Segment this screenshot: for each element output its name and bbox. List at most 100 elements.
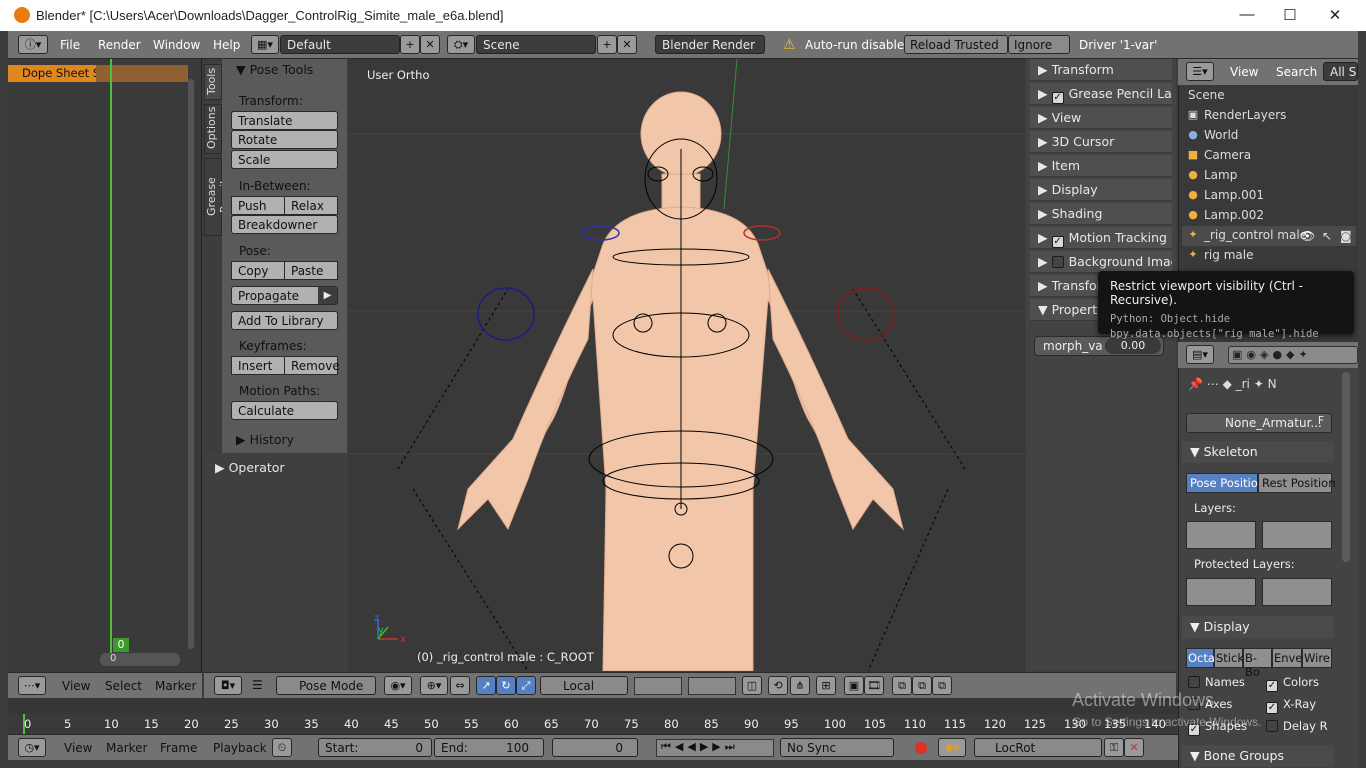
keyframe-type-icon[interactable]: ◆▾ bbox=[938, 738, 966, 757]
orientation-select[interactable]: Local bbox=[540, 676, 628, 695]
lock-layers-icon[interactable]: ◫ bbox=[742, 676, 762, 695]
xray-option[interactable]: ✓ X-Ray bbox=[1266, 697, 1316, 714]
timeline-editor-icon[interactable]: ◷▾ bbox=[18, 738, 46, 757]
outliner-item-lamp[interactable]: ● Lamp bbox=[1182, 166, 1356, 186]
menu-help[interactable]: Help bbox=[213, 38, 240, 52]
mode-select[interactable]: Pose Mode bbox=[276, 676, 376, 695]
dopesheet-view-menu[interactable]: View bbox=[62, 679, 90, 693]
outliner-item-renderlayers[interactable]: ▣ RenderLayers bbox=[1182, 106, 1356, 126]
ignore-button[interactable]: Ignore bbox=[1008, 35, 1070, 54]
copy-pose-icon[interactable]: ⧉ bbox=[892, 676, 912, 695]
rotate-button[interactable]: Rotate bbox=[231, 130, 338, 149]
rest-position-button[interactable]: Rest Position bbox=[1258, 473, 1335, 493]
dopesheet-select-menu[interactable]: Select bbox=[105, 679, 142, 693]
scale-button[interactable]: Scale bbox=[231, 150, 338, 169]
operator-header[interactable]: ▶ Operator bbox=[215, 460, 285, 475]
end-frame-field[interactable]: End: 100 bbox=[434, 738, 544, 757]
add-layout-icon[interactable]: + bbox=[400, 35, 420, 54]
render-engine-select[interactable]: Blender Render bbox=[655, 35, 765, 54]
add-to-library-button[interactable]: Add To Library bbox=[231, 311, 338, 330]
npanel-display[interactable]: ▶ Display bbox=[1030, 179, 1172, 201]
display-panel-header[interactable]: ▼ Display bbox=[1182, 616, 1334, 638]
armature-data-field[interactable]: None_Armatur... bbox=[1186, 413, 1332, 433]
remove-scene-icon[interactable]: ✕ bbox=[617, 35, 637, 54]
snap-element-icon[interactable]: ⊞ bbox=[816, 676, 836, 695]
npanel-item[interactable]: ▶ Item bbox=[1030, 155, 1172, 177]
tab-grease-pencil[interactable]: Grease Pencil bbox=[204, 158, 231, 236]
outliner-view-menu[interactable]: View bbox=[1230, 65, 1258, 79]
render-icon[interactable]: ▣ bbox=[844, 676, 864, 695]
shading-icon[interactable]: ◉▾ bbox=[384, 676, 412, 695]
record-icon[interactable] bbox=[915, 742, 927, 754]
remove-layout-icon[interactable]: ✕ bbox=[420, 35, 440, 54]
push-button[interactable]: Push bbox=[231, 196, 285, 215]
pose-tools-header[interactable]: ▼ Pose Tools bbox=[236, 62, 313, 77]
delay-option[interactable]: Delay R bbox=[1266, 719, 1328, 733]
outliner-search-menu[interactable]: Search bbox=[1276, 65, 1317, 79]
layers-grid-left[interactable] bbox=[1186, 521, 1256, 549]
info-editor-icon[interactable]: ⓘ▾ bbox=[18, 35, 48, 54]
npanel-3d-cursor[interactable]: ▶ 3D Cursor bbox=[1030, 131, 1172, 153]
grease-pencil-checkbox-icon[interactable]: ✓ bbox=[1051, 92, 1064, 104]
relax-button[interactable]: Relax bbox=[284, 196, 338, 215]
calculate-button[interactable]: Calculate bbox=[231, 401, 338, 420]
screen-layout-icon[interactable]: ▦▾ bbox=[251, 35, 279, 54]
dopesheet-summary-channel[interactable]: Dope Sheet Su bbox=[8, 65, 96, 82]
pivot-icon[interactable]: ⊕▾ bbox=[420, 676, 448, 695]
names-option[interactable]: Names bbox=[1188, 675, 1245, 689]
npanel-view[interactable]: ▶ View bbox=[1030, 107, 1172, 129]
menu-toggle-icon[interactable]: ☰ bbox=[252, 678, 263, 692]
layer-buttons-right[interactable] bbox=[688, 677, 736, 695]
remove-button[interactable]: Remove bbox=[284, 356, 340, 375]
dopesheet-scrollbar[interactable]: 0 bbox=[100, 653, 180, 666]
outliner-item-lamp-002[interactable]: ● Lamp.002 bbox=[1182, 206, 1356, 226]
outliner-item-lamp-001[interactable]: ● Lamp.001 bbox=[1182, 186, 1356, 206]
insert-button[interactable]: Insert bbox=[231, 356, 285, 375]
rotate-manipulator-icon[interactable]: ↻ bbox=[496, 676, 516, 695]
dopesheet-editor[interactable]: Dope Sheet Su 0 0 bbox=[8, 59, 202, 675]
sync-select[interactable]: No Sync bbox=[780, 738, 894, 757]
reload-trusted-button[interactable]: Reload Trusted bbox=[904, 35, 1008, 54]
dopesheet-marker-menu[interactable]: Marker bbox=[155, 679, 196, 693]
translate-button[interactable]: Translate bbox=[231, 111, 338, 130]
add-scene-icon[interactable]: + bbox=[597, 35, 617, 54]
maximize-button[interactable]: ☐ bbox=[1275, 6, 1305, 26]
dopesheet-vscroll[interactable] bbox=[188, 79, 194, 649]
properties-editor-icon[interactable]: ▤▾ bbox=[1186, 345, 1214, 364]
motion-tracking-checkbox-icon[interactable]: ✓ bbox=[1051, 236, 1064, 248]
background-images-checkbox-icon[interactable] bbox=[1051, 256, 1064, 268]
npanel-motion-tracking[interactable]: ▶ ✓ Motion Tracking bbox=[1030, 227, 1172, 249]
fake-user-button[interactable]: F bbox=[1312, 414, 1330, 432]
tab-options[interactable]: Options bbox=[204, 104, 222, 154]
outliner-editor-icon[interactable]: ☰▾ bbox=[1186, 62, 1214, 81]
proportional-edit-icon[interactable]: ⟲ bbox=[768, 676, 788, 695]
scale-manipulator-icon[interactable]: ⤢ bbox=[516, 676, 536, 695]
npanel-transform[interactable]: ▶ Transform bbox=[1030, 59, 1172, 81]
delete-keyframe-icon[interactable]: ✕ bbox=[1124, 738, 1144, 757]
layer-buttons-left[interactable] bbox=[634, 677, 682, 695]
npanel-grease-pencil[interactable]: ▶ ✓Grease Pencil Layers bbox=[1030, 83, 1172, 105]
npanel-shading[interactable]: ▶ Shading bbox=[1030, 203, 1172, 225]
playback-controls[interactable]: ⏮◀◀▶▶⏭ bbox=[656, 739, 774, 757]
envelope-button[interactable]: Envel bbox=[1272, 648, 1302, 668]
stick-button[interactable]: Stick bbox=[1214, 648, 1244, 668]
npanel-background-images[interactable]: ▶ Background Images bbox=[1030, 251, 1172, 273]
protected-layers-right[interactable] bbox=[1262, 578, 1332, 606]
outliner-item-scene[interactable]: Scene bbox=[1182, 86, 1356, 106]
paste-pose-icon[interactable]: ⧉ bbox=[912, 676, 932, 695]
eye-icon[interactable]: 👁 bbox=[1300, 229, 1315, 243]
propagate-arrow-icon[interactable]: ▶ bbox=[318, 287, 337, 304]
octahedral-button[interactable]: Octa bbox=[1186, 648, 1215, 668]
paste-button[interactable]: Paste bbox=[284, 261, 338, 280]
wire-button[interactable]: Wire bbox=[1302, 648, 1332, 668]
colors-option[interactable]: ✓ Colors bbox=[1266, 675, 1319, 692]
manipulator-icon[interactable]: ⇔ bbox=[450, 676, 470, 695]
outliner-item-world[interactable]: ● World bbox=[1182, 126, 1356, 146]
skeleton-panel-header[interactable]: ▼ Skeleton bbox=[1182, 441, 1334, 463]
start-frame-field[interactable]: Start: 0 bbox=[318, 738, 432, 757]
snap-icon[interactable]: ⋔ bbox=[790, 676, 810, 695]
context-tabs[interactable]: ▣◉◈●◆✦ bbox=[1228, 346, 1358, 364]
history-header[interactable]: ▶ History bbox=[236, 432, 294, 447]
outliner-item-camera[interactable]: ■ Camera bbox=[1182, 146, 1356, 166]
timeline-frame-menu[interactable]: Frame bbox=[160, 741, 197, 755]
